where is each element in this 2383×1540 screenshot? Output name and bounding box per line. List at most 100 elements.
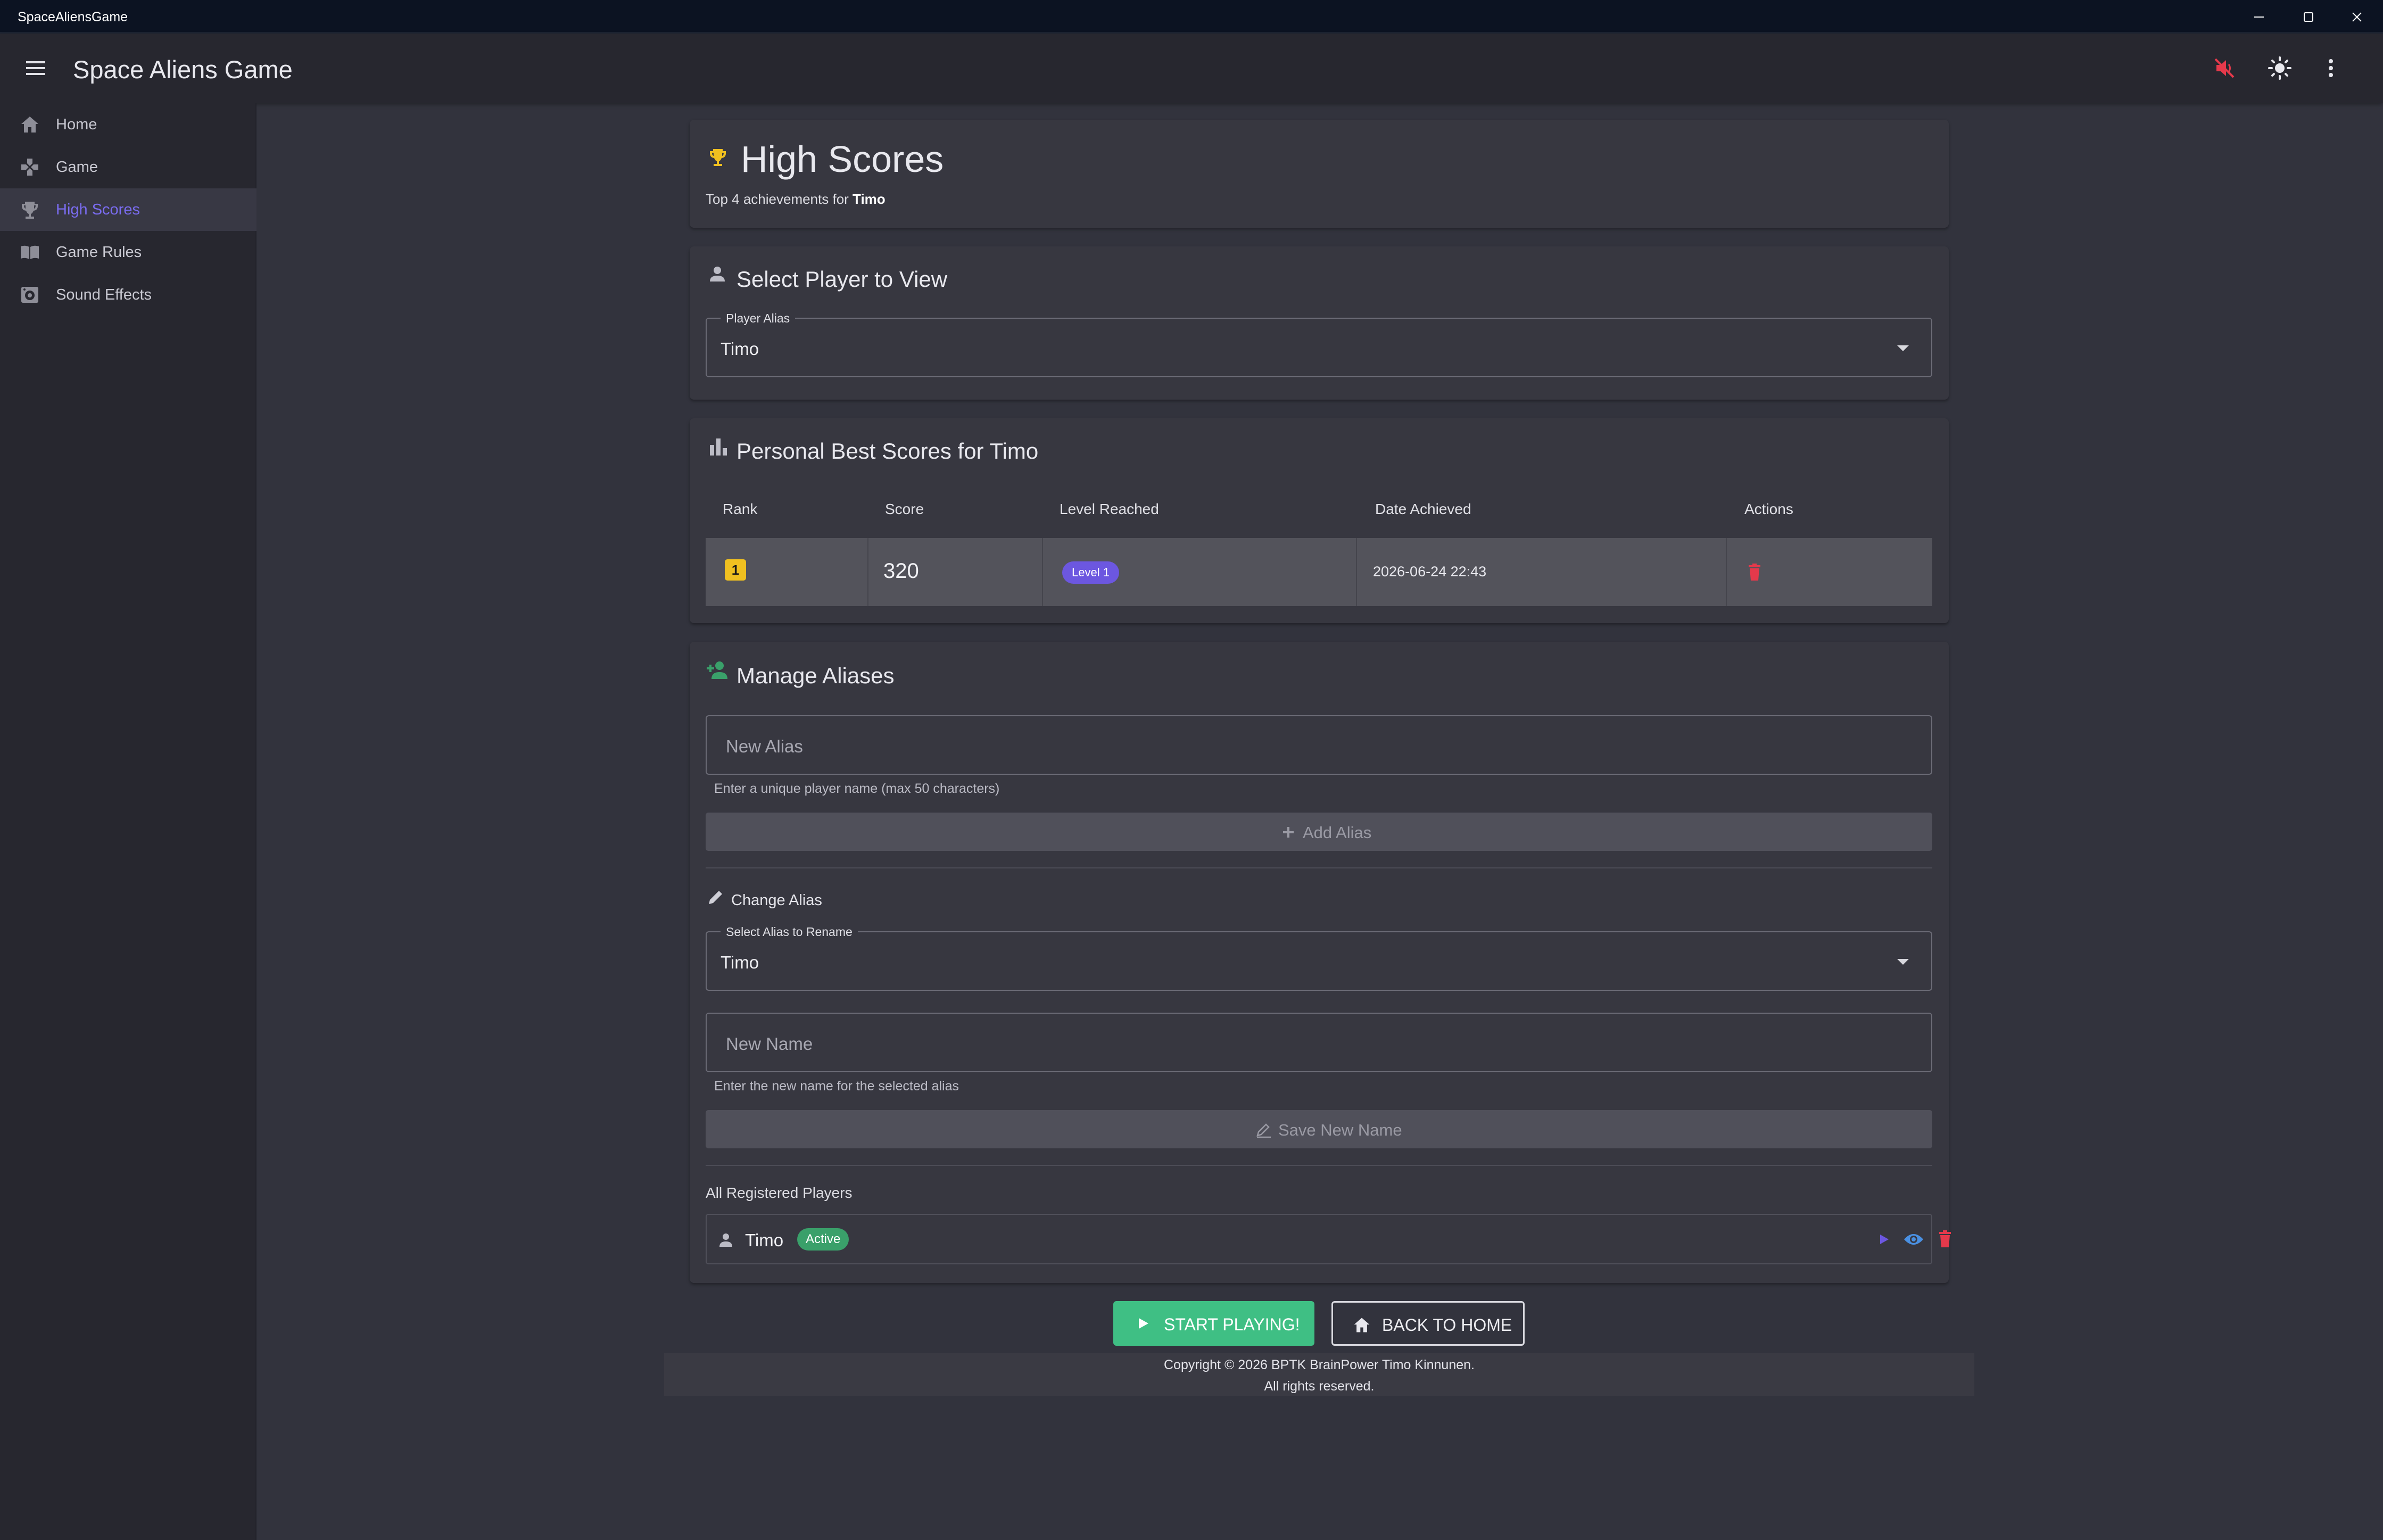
scores-title: Personal Best Scores for Timo [737,438,1039,463]
sidebar-nav: Home Game High Scores Game Rules Sound E… [0,103,256,1540]
player-name: Timo [745,1230,784,1250]
plus-icon [1283,827,1294,838]
brightness-icon [2268,56,2291,80]
back-to-home-button[interactable]: BACK TO HOME [1331,1301,1525,1346]
book-icon [21,245,39,259]
window-titlebar: SpaceAliensGame [0,0,2383,34]
rename-alias-label: Select Alias to Rename [721,925,858,939]
trophy-icon [710,149,726,166]
sidebar-item-game-rules[interactable]: Game Rules [0,231,256,274]
start-playing-button[interactable]: START PLAYING! [1113,1301,1314,1346]
list-item[interactable]: Timo Active [706,1214,1951,1264]
column-divider [1042,538,1043,606]
person-icon [710,267,725,281]
sidebar-item-high-scores[interactable]: High Scores [0,188,256,231]
new-name-input[interactable]: New Name [706,1013,1932,1072]
subtitle-text: Top 4 achievements for [706,191,849,207]
close-icon [2352,12,2362,22]
new-alias-placeholder: New Alias [726,736,803,756]
app-title: Space Aliens Game [73,55,293,84]
column-level: Level Reached [1060,501,1159,517]
table-row: 1 320 Level 1 2026-06-24 22:43 [706,538,1932,606]
registered-players-title: All Registered Players [706,1185,853,1201]
select-player-card: Select Player to View Player Alias Timo [690,246,1949,400]
speaker-icon [21,287,38,303]
window-title: SpaceAliensGame [18,10,128,24]
rename-alias-value: Timo [721,953,759,972]
trophy-icon [22,202,38,219]
column-score: Score [885,501,924,517]
column-divider [1356,538,1357,606]
delete-icon[interactable] [1937,1230,1953,1249]
player-alias-value: Timo [721,339,759,359]
new-alias-input[interactable]: New Alias [706,715,1932,775]
footer: Copyright © 2026 BPTK BrainPower Timo Ki… [664,1353,1974,1396]
sidebar-item-game[interactable]: Game [0,146,256,188]
sidebar-item-label: High Scores [56,201,140,218]
edit-icon [709,891,722,904]
high-scores-header-card: High Scores Top 4 achievements for Timo [690,120,1949,228]
home-icon [21,117,38,133]
edit-icon [1256,1123,1271,1138]
sidebar-item-sound-effects[interactable]: Sound Effects [0,274,256,316]
new-alias-hint: Enter a unique player name (max 50 chara… [714,781,1000,796]
save-new-name-button[interactable]: Save New Name [706,1110,1932,1148]
eye-icon[interactable] [1903,1230,1924,1249]
sidebar-item-label: Sound Effects [56,286,152,303]
sidebar-item-label: Game Rules [56,244,142,261]
change-alias-title: Change Alias [731,892,822,909]
sidebar-item-home[interactable]: Home [0,103,256,146]
home-icon [1354,1318,1370,1332]
save-new-name-label: Save New Name [1278,1121,1402,1139]
page-subtitle: Top 4 achievements for Timo [706,191,886,208]
chevron-down-icon [1897,959,1909,965]
chevron-down-icon [1897,345,1909,351]
manage-aliases-card: Manage Aliases New Alias Enter a unique … [690,642,1951,1283]
rank-badge: 1 [725,559,746,581]
minimize-icon [2254,16,2264,18]
sidebar-item-label: Home [56,116,97,133]
select-player-title: Select Player to View [737,267,948,292]
level-chip: Level 1 [1062,561,1119,584]
volume-off-icon [2214,58,2235,78]
section-divider [706,1165,1932,1166]
personal-best-card: Personal Best Scores for Timo Rank Score… [690,418,1949,623]
section-divider [706,867,1932,868]
column-rank: Rank [723,501,758,517]
rights-text: All rights reserved. [1264,1379,1375,1394]
column-divider [867,538,868,606]
date-value: 2026-06-24 22:43 [1373,564,1487,579]
page-title: High Scores [741,138,944,180]
start-playing-label: START PLAYING! [1164,1315,1300,1334]
column-divider [1726,538,1727,606]
rename-alias-select[interactable]: Select Alias to Rename Timo [706,925,1932,991]
column-date: Date Achieved [1375,501,1471,517]
player-alias-select[interactable]: Player Alias Timo [706,311,1932,377]
player-alias-label: Player Alias [721,311,796,326]
more-options-button[interactable] [2318,55,2344,81]
column-actions: Actions [1744,501,1793,517]
add-alias-label: Add Alias [1303,823,1372,842]
theme-toggle-button[interactable] [2266,55,2293,81]
manage-aliases-title: Manage Aliases [737,663,895,688]
close-button[interactable] [2333,4,2381,30]
mute-button[interactable] [2211,55,2238,81]
status-badge: Active [797,1228,849,1251]
app-bar: Space Aliens Game [0,34,2383,103]
add-alias-button[interactable]: Add Alias [706,813,1932,851]
copyright-text: Copyright © 2026 BPTK BrainPower Timo Ki… [1164,1357,1475,1372]
maximize-icon [2304,12,2313,22]
person-add-icon [707,661,727,679]
delete-icon[interactable] [1747,564,1763,582]
bar-chart-icon [710,438,727,456]
menu-icon [26,61,45,75]
menu-button[interactable] [24,57,47,79]
play-icon[interactable] [1876,1232,1891,1247]
maximize-button[interactable] [2285,4,2332,30]
minimize-button[interactable] [2235,4,2283,30]
back-to-home-label: BACK TO HOME [1382,1315,1512,1335]
subtitle-player: Timo [853,191,886,207]
new-name-hint: Enter the new name for the selected alia… [714,1079,959,1094]
gamepad-icon [21,159,38,176]
sidebar-item-label: Game [56,159,98,176]
